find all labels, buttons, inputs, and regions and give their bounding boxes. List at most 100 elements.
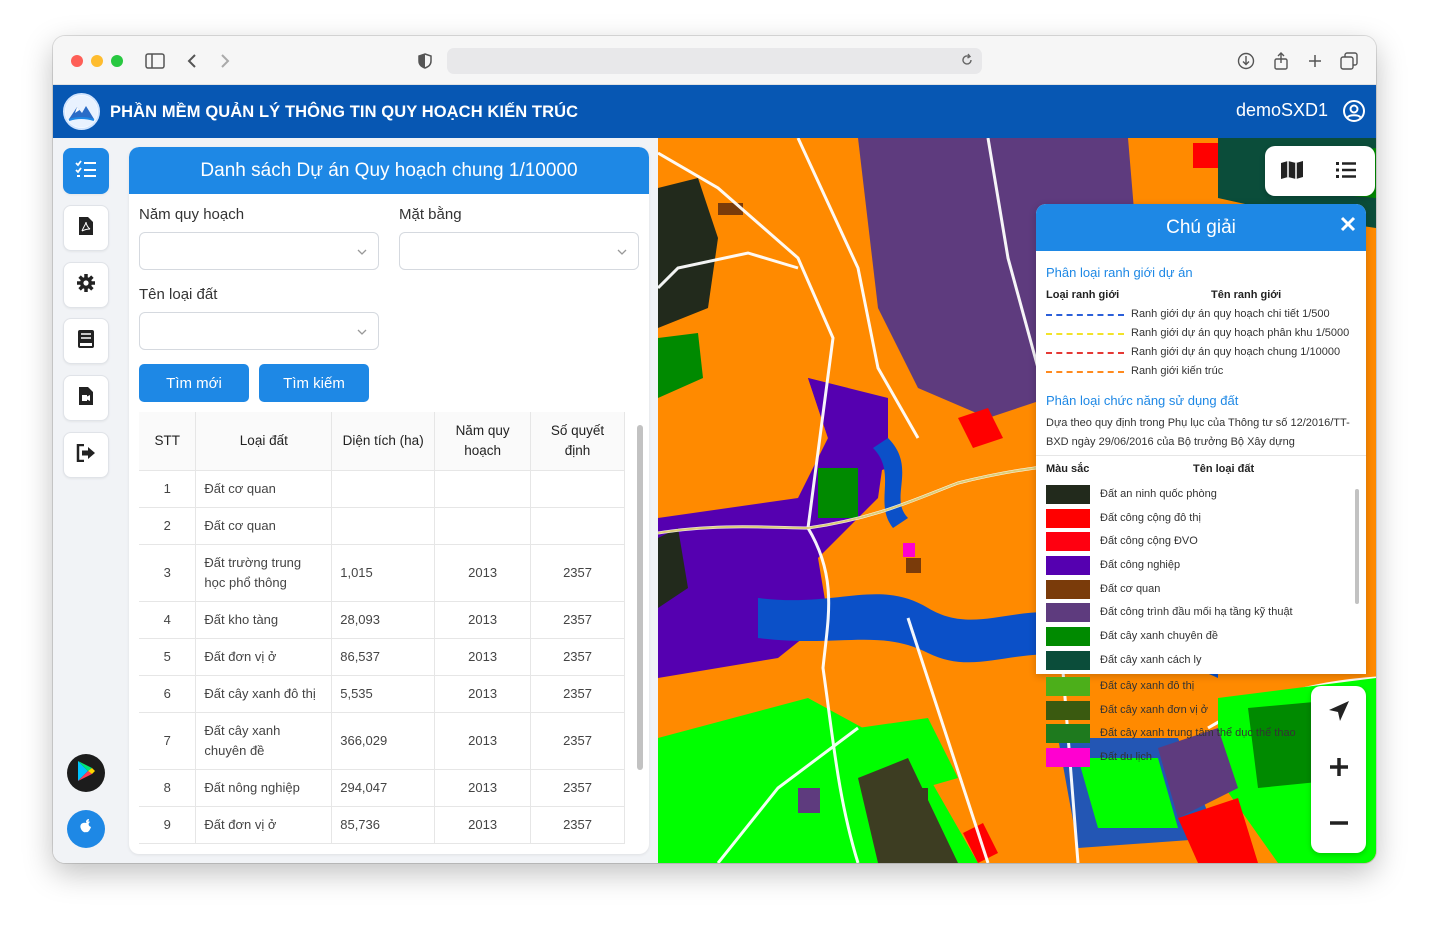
minimize-window-button[interactable] — [91, 55, 103, 67]
cell-decision: 2357 — [530, 712, 625, 770]
forward-icon[interactable] — [213, 49, 237, 73]
land-type-filter-label: Tên loại đất — [139, 286, 218, 303]
cell-decision: 2357 — [530, 601, 625, 639]
tab-overview-icon[interactable] — [1337, 49, 1361, 73]
map-view[interactable]: Chú giải Phân loại ranh giới dự án Loại … — [658, 138, 1376, 863]
panel-title: Danh sách Dự án Quy hoạch chung 1/10000 — [129, 147, 649, 194]
zoom-out-button[interactable] — [1311, 798, 1366, 853]
color-swatch — [1046, 748, 1090, 767]
project-panel: Danh sách Dự án Quy hoạch chung 1/10000 … — [129, 147, 649, 854]
map-icon[interactable] — [1280, 160, 1304, 185]
sidebar-item-book[interactable] — [63, 318, 109, 364]
plan-select[interactable] — [399, 232, 639, 270]
sidebar-item-settings[interactable] — [63, 262, 109, 308]
color-swatch — [1046, 485, 1090, 504]
address-bar[interactable] — [447, 48, 982, 74]
col-header-year[interactable]: Năm quy hoạch — [434, 412, 532, 471]
cell-area: 28,093 — [331, 601, 436, 639]
maximize-window-button[interactable] — [111, 55, 123, 67]
landuse-note: Dựa theo quy định trong Phụ lục của Thôn… — [1046, 417, 1350, 448]
sidebar-item-pdf[interactable] — [63, 205, 109, 251]
boundary-item-label: Ranh giới kiến trúc — [1131, 365, 1224, 377]
table-row[interactable]: 5 Đất đơn vị ở 86,537 2013 2357 — [139, 638, 625, 676]
cell-land-type: Đất kho tàng — [195, 601, 333, 639]
google-play-button[interactable] — [67, 754, 105, 792]
table-row[interactable]: 6 Đất cây xanh đô thị 5,535 2013 2357 — [139, 675, 625, 713]
cell-land-type: Đất đơn vị ở — [195, 638, 333, 676]
col-header-decision[interactable]: Số quyết định — [530, 412, 625, 471]
table-scrollbar[interactable] — [637, 425, 643, 851]
boundary-item: Ranh giới dự án quy hoạch phân khu 1/500… — [1046, 324, 1361, 343]
table-row[interactable]: 8 Đất nông nghiệp 294,047 2013 2357 — [139, 769, 625, 807]
share-icon[interactable] — [1269, 49, 1293, 73]
col-header-area[interactable]: Diện tích (ha) — [331, 412, 436, 471]
search-button[interactable]: Tìm kiếm — [259, 364, 369, 402]
zoom-in-button[interactable] — [1311, 742, 1366, 797]
cell-land-type: Đất cơ quan — [195, 507, 333, 545]
table-row[interactable]: 3 Đất trường trung học phổ thông 1,015 2… — [139, 544, 625, 602]
cell-decision — [530, 507, 625, 545]
boundary-col-name: Tên ranh giới — [1211, 289, 1282, 301]
user-name[interactable]: demoSXD1 — [1236, 100, 1328, 121]
back-icon[interactable] — [180, 49, 204, 73]
cell-area: 86,537 — [331, 638, 436, 676]
download-icon[interactable] — [1234, 49, 1258, 73]
sidebar-item-list[interactable] — [63, 148, 109, 194]
google-play-icon — [76, 760, 96, 787]
user-account-icon[interactable] — [1342, 99, 1366, 123]
chevron-down-icon — [356, 245, 368, 257]
close-window-button[interactable] — [71, 55, 83, 67]
close-icon[interactable] — [1340, 216, 1356, 232]
color-swatch — [1046, 677, 1090, 696]
landuse-item-label: Đất công cộng đô thị — [1100, 512, 1201, 524]
list-icon[interactable] — [1335, 161, 1357, 184]
locate-button[interactable] — [1311, 686, 1366, 741]
boundary-item: Ranh giới dự án quy hoạch chi tiết 1/500 — [1046, 305, 1361, 324]
landuse-item-label: Đất cây xanh đơn vị ở — [1100, 704, 1208, 716]
table-row[interactable]: 7 Đất cây xanh chuyên đề 366,029 2013 23… — [139, 712, 625, 770]
table-row[interactable]: 4 Đất kho tàng 28,093 2013 2357 — [139, 601, 625, 639]
sidebar-item-logout[interactable] — [63, 432, 109, 478]
cell-decision — [530, 470, 625, 508]
year-select[interactable] — [139, 232, 379, 270]
land-type-select[interactable] — [139, 312, 379, 350]
col-header-land-type[interactable]: Loại đất — [195, 412, 333, 471]
locate-icon — [1328, 700, 1350, 727]
cell-land-type: Đất nông nghiệp — [195, 769, 333, 807]
app-logo — [63, 93, 100, 130]
cell-area: 5,535 — [331, 675, 436, 713]
cell-area: 85,736 — [331, 806, 436, 844]
cell-year: 2013 — [434, 712, 532, 770]
legend-divider — [1036, 455, 1366, 456]
chevron-down-icon — [616, 245, 628, 257]
browser-window: PHẦN MỀM QUẢN LÝ THÔNG TIN QUY HOẠCH KIẾ… — [53, 36, 1376, 863]
cell-decision: 2357 — [530, 769, 625, 807]
cell-year: 2013 — [434, 601, 532, 639]
app-header: PHẦN MỀM QUẢN LÝ THÔNG TIN QUY HOẠCH KIẾ… — [53, 85, 1376, 138]
new-tab-icon[interactable] — [1303, 49, 1327, 73]
boundary-section-title: Phân loại ranh giới dự án — [1046, 265, 1193, 280]
reset-button[interactable]: Tìm mới — [139, 364, 249, 402]
color-swatch — [1046, 509, 1090, 528]
boundary-line-swatch — [1046, 314, 1124, 316]
sidebar-item-document[interactable] — [63, 375, 109, 421]
sidebar-toggle-icon[interactable] — [143, 49, 167, 73]
cell-area — [331, 470, 436, 508]
legend-scrollbar[interactable] — [1355, 489, 1359, 604]
cell-decision: 2357 — [530, 806, 625, 844]
cell-year: 2013 — [434, 769, 532, 807]
app-store-button[interactable] — [67, 810, 105, 848]
table-row[interactable]: 2 Đất cơ quan — [139, 507, 625, 545]
shield-icon[interactable] — [413, 49, 437, 73]
col-header-stt[interactable]: STT — [139, 412, 197, 471]
landuse-item-label: Đất cây xanh đô thị — [1100, 680, 1195, 692]
cell-area: 1,015 — [331, 544, 436, 602]
reload-icon[interactable] — [960, 53, 974, 72]
plan-filter-label: Mặt bằng — [399, 206, 462, 223]
landuse-item-label: Đất công trình đầu mối hạ tầng kỹ thuật — [1100, 606, 1293, 618]
boundary-item-label: Ranh giới dự án quy hoạch chung 1/10000 — [1131, 346, 1341, 358]
table-scrollbar-thumb[interactable] — [637, 425, 643, 770]
landuse-item-label: Đất cây xanh trung tâm thể dục thể thao — [1100, 727, 1296, 739]
table-row[interactable]: 1 Đất cơ quan — [139, 470, 625, 508]
table-row[interactable]: 9 Đất đơn vị ở 85,736 2013 2357 — [139, 806, 625, 844]
